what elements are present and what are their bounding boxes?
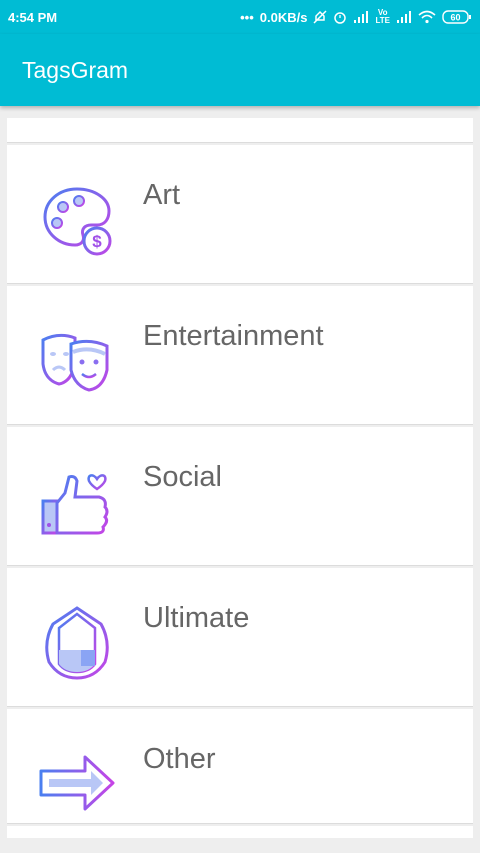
category-label: Art bbox=[143, 179, 181, 211]
svg-text:$: $ bbox=[92, 232, 102, 251]
mute-icon bbox=[313, 10, 328, 24]
theater-masks-icon bbox=[41, 333, 109, 392]
more-dots-icon: ••• bbox=[240, 9, 254, 25]
category-list: $ Art Entertainment Social Ultimate Othe… bbox=[7, 118, 473, 838]
thumbs-up-heart-icon bbox=[41, 474, 109, 535]
category-label: Social bbox=[143, 461, 222, 493]
volte-icon: Vo LTE bbox=[375, 8, 390, 25]
category-other[interactable]: Other bbox=[7, 709, 473, 824]
network-speed: 0.0KB/s bbox=[259, 9, 308, 25]
wifi-icon bbox=[418, 10, 436, 24]
battery-icon: 60 bbox=[442, 10, 472, 24]
category-social[interactable]: Social bbox=[7, 427, 473, 566]
category-label: Other bbox=[143, 743, 216, 775]
category-art[interactable]: $ Art bbox=[7, 145, 473, 284]
app-bar: TagsGram bbox=[0, 34, 480, 106]
signal-icon bbox=[353, 11, 369, 23]
category-ultimate[interactable]: Ultimate bbox=[7, 568, 473, 707]
signal-icon-2 bbox=[396, 11, 412, 23]
battery-level: 60 bbox=[450, 13, 460, 23]
status-time: 4:54 PM bbox=[8, 9, 58, 25]
app-title: TagsGram bbox=[22, 56, 129, 83]
category-entertainment[interactable]: Entertainment bbox=[7, 286, 473, 425]
status-icons: ••• 0.0KB/s Vo LTE 60 bbox=[240, 9, 472, 25]
palette-dollar-icon: $ bbox=[43, 187, 112, 256]
list-top-spacer bbox=[7, 118, 473, 143]
list-bottom-spacer bbox=[7, 826, 473, 838]
alarm-icon bbox=[333, 10, 347, 24]
category-label: Entertainment bbox=[143, 320, 324, 352]
status-bar: 4:54 PM ••• 0.0KB/s Vo LTE 60 bbox=[0, 0, 480, 34]
arrow-right-icon bbox=[39, 755, 115, 811]
category-label: Ultimate bbox=[143, 602, 250, 634]
jar-icon bbox=[45, 606, 109, 680]
